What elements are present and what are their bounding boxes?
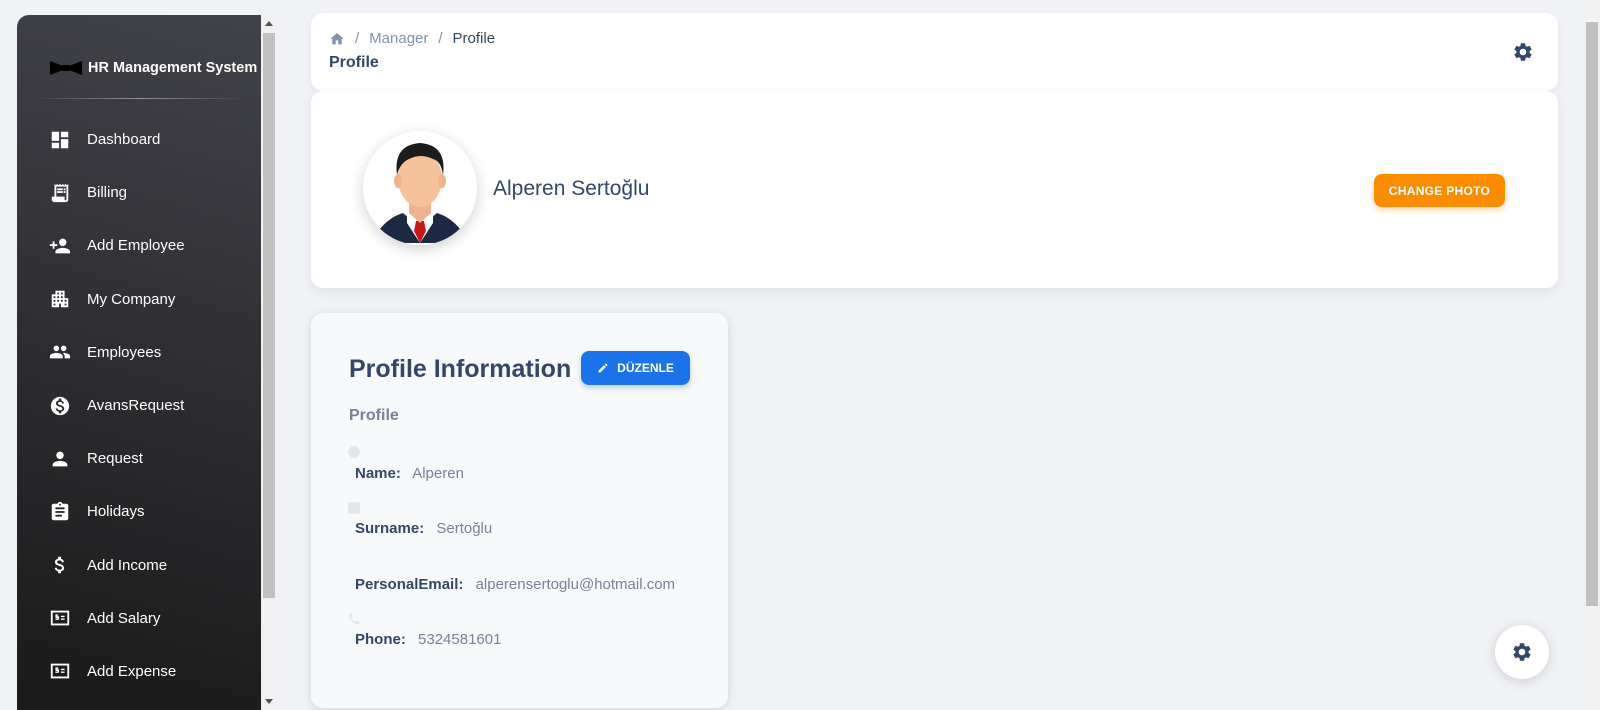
pencil-icon xyxy=(598,363,608,373)
dollar-circle-icon xyxy=(49,395,71,417)
sidebar-item-holidays[interactable]: Holidays xyxy=(17,485,261,538)
profile-full-name: Alperen Sertoğlu xyxy=(493,177,650,200)
money-icon xyxy=(49,607,71,629)
profile-header-card: Alperen Sertoğlu CHANGE PHOTO xyxy=(311,91,1558,288)
field-personal-email: PersonalEmail: alperensertoglu@hotmail.c… xyxy=(355,576,675,593)
sidebar-item-add-expense[interactable]: Add Expense xyxy=(17,645,261,698)
field-value: Alperen xyxy=(412,465,464,482)
field-value: alperensertoglu@hotmail.com xyxy=(475,576,676,593)
sidebar-item-label: Add Expense xyxy=(87,662,177,680)
gear-icon xyxy=(1513,643,1531,661)
sidebar-item-dashboard[interactable]: Dashboard xyxy=(17,113,261,166)
group-icon xyxy=(49,341,71,363)
sidebar-item-request[interactable]: Request xyxy=(17,432,261,485)
phone-icon xyxy=(347,612,361,626)
sidebar-item-add-salary[interactable]: Add Salary xyxy=(17,592,261,645)
profile-information-title: Profile Information xyxy=(349,355,572,383)
gear-icon xyxy=(1514,43,1532,61)
sidebar-item-employees[interactable]: Employees xyxy=(17,326,261,379)
field-label: Name: xyxy=(355,465,401,482)
sidebar-item-avans-request[interactable]: AvansRequest xyxy=(17,379,261,432)
sidebar-item-label: Request xyxy=(87,450,143,468)
sidebar-nav: Dashboard Billing Add Employee My Compan… xyxy=(17,113,261,698)
edit-button-label: DÜZENLE xyxy=(617,361,674,375)
person-add-icon xyxy=(49,235,71,257)
field-label: Phone: xyxy=(355,631,406,648)
sidebar-item-label: Add Salary xyxy=(87,609,161,627)
edit-button[interactable]: DÜZENLE xyxy=(581,351,690,385)
profile-information-card: Profile Information DÜZENLE Profile Name… xyxy=(311,313,728,708)
change-photo-button[interactable]: CHANGE PHOTO xyxy=(1374,174,1505,207)
sidebar-item-label: Employees xyxy=(87,343,162,361)
field-phone: Phone: 5324581601 xyxy=(355,631,501,648)
field-value: Sertoğlu xyxy=(436,520,493,537)
sidebar-item-label: Add Income xyxy=(87,556,168,574)
field-label: Surname: xyxy=(355,520,425,537)
field-label: PersonalEmail: xyxy=(355,576,464,593)
receipt-icon xyxy=(49,182,71,204)
home-icon[interactable] xyxy=(329,31,345,47)
sidebar-item-label: Holidays xyxy=(87,503,145,521)
dashboard-icon xyxy=(49,129,71,151)
sidebar: HR Management System Dashboard Billing A… xyxy=(17,15,261,710)
top-navbar: / Manager / Profile Profile xyxy=(311,13,1558,91)
sidebar-item-billing[interactable]: Billing xyxy=(17,166,261,219)
sidebar-scrollbar[interactable] xyxy=(261,15,277,710)
person-icon xyxy=(49,448,71,470)
avatar xyxy=(363,131,477,245)
sidebar-item-label: AvansRequest xyxy=(87,397,185,415)
sidebar-item-label: Dashboard xyxy=(87,131,161,149)
dollar-icon xyxy=(49,554,71,576)
sidebar-item-label: Add Employee xyxy=(87,237,185,255)
breadcrumb-separator: / xyxy=(355,30,360,47)
breadcrumb-item[interactable]: Manager xyxy=(369,30,428,47)
clipboard-icon xyxy=(49,501,71,523)
brand[interactable]: HR Management System xyxy=(50,59,257,77)
breadcrumb: / Manager / Profile xyxy=(329,30,505,47)
bowtie-logo-icon xyxy=(50,61,82,75)
scrollbar-thumb[interactable] xyxy=(1586,22,1598,606)
sidebar-item-my-company[interactable]: My Company xyxy=(17,273,261,326)
scrollbar-thumb[interactable] xyxy=(263,33,275,598)
brand-title: HR Management System xyxy=(88,60,258,76)
money-icon xyxy=(49,660,71,682)
person-icon xyxy=(347,445,361,459)
field-surname: Surname: Sertoğlu xyxy=(355,520,492,537)
badge-icon xyxy=(347,501,361,515)
building-icon xyxy=(49,288,71,310)
field-value: 5324581601 xyxy=(418,631,502,648)
sidebar-item-label: My Company xyxy=(87,290,176,308)
sidebar-item-label: Billing xyxy=(87,184,128,202)
sidebar-item-add-employee[interactable]: Add Employee xyxy=(17,219,261,272)
scroll-up-arrow-icon[interactable] xyxy=(265,21,273,26)
breadcrumb-separator: / xyxy=(438,30,443,47)
floating-settings-button[interactable] xyxy=(1495,625,1549,679)
field-name: Name: Alperen xyxy=(355,465,464,482)
scroll-down-arrow-icon[interactable] xyxy=(265,699,273,704)
page-scrollbar[interactable] xyxy=(1584,0,1600,710)
sidebar-item-add-income[interactable]: Add Income xyxy=(17,539,261,592)
sidebar-divider xyxy=(33,98,245,99)
breadcrumb-current: Profile xyxy=(452,30,496,47)
page-title: Profile xyxy=(329,54,379,71)
settings-button[interactable] xyxy=(1512,41,1534,63)
profile-subtitle: Profile xyxy=(349,407,399,424)
